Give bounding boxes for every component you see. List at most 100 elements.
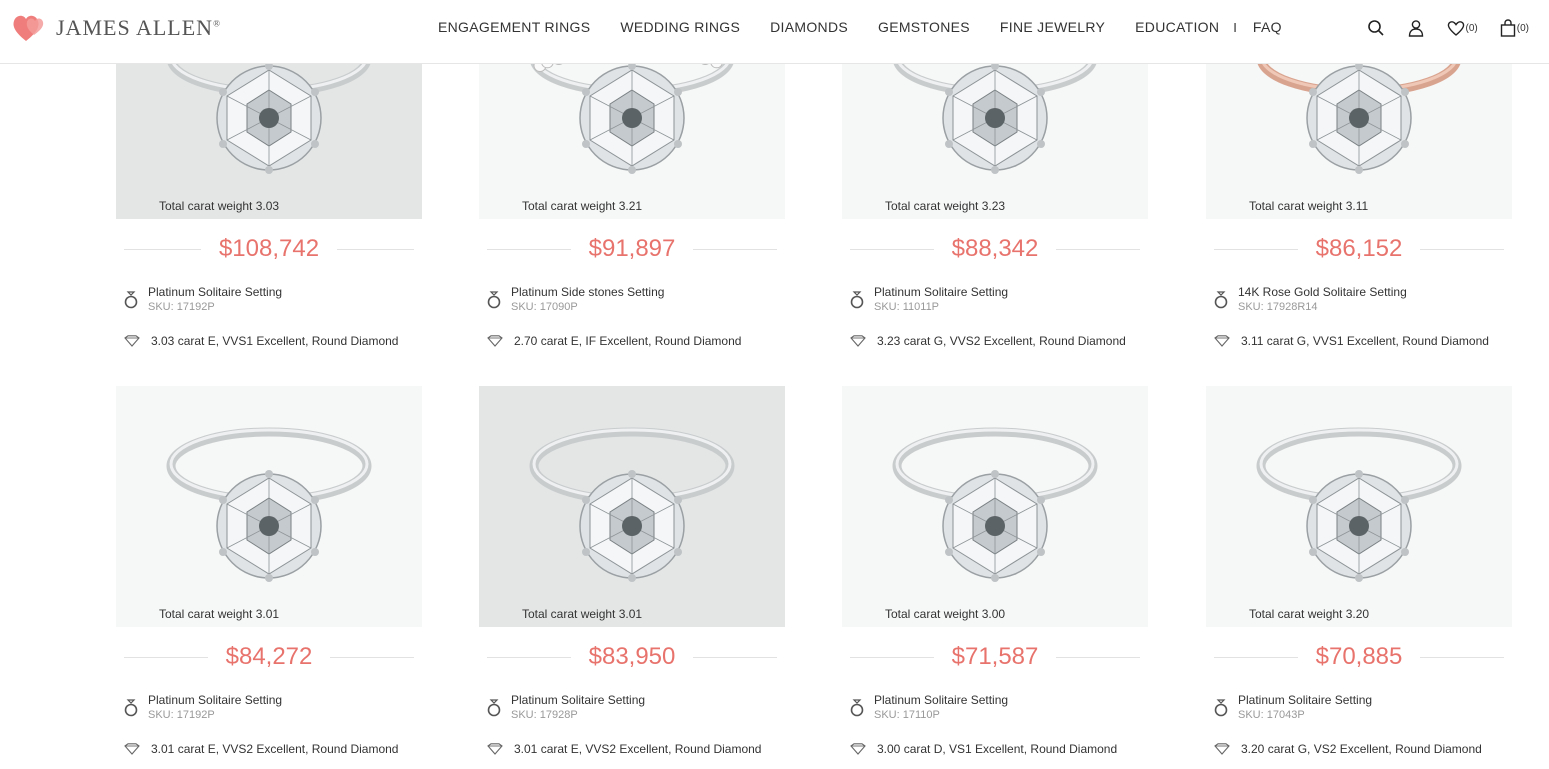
setting-info: 14K Rose Gold Solitaire Setting SKU: 179…	[1214, 285, 1407, 317]
sku: SKU: 17192P	[148, 301, 215, 313]
diamond-icon	[124, 743, 140, 755]
product-price[interactable]: $84,272	[208, 643, 331, 671]
price-row: $88,342	[850, 234, 1141, 264]
setting-name[interactable]: Platinum Solitaire Setting	[1238, 693, 1372, 708]
setting-info: Platinum Side stones Setting SKU: 17090P	[487, 285, 664, 317]
ring-icon	[850, 699, 864, 717]
price-row: $108,742	[124, 234, 415, 264]
divider	[1214, 248, 1298, 250]
setting-text: Platinum Solitaire Setting SKU: 17192P	[148, 693, 282, 725]
diamond-info: 3.01 carat E, VVS2 Excellent, Round Diam…	[487, 741, 761, 757]
ring-image	[529, 427, 735, 582]
user-icon	[1408, 20, 1423, 37]
diamond-info: 3.00 carat D, VS1 Excellent, Round Diamo…	[850, 741, 1117, 757]
divider	[1420, 248, 1505, 250]
total-carat-weight: Total carat weight 3.01	[159, 607, 280, 621]
nav-engagement-rings[interactable]: ENGAGEMENT RINGS	[438, 19, 590, 35]
diamond-info: 3.23 carat G, VVS2 Excellent, Round Diam…	[850, 333, 1126, 349]
diamond-info: 3.11 carat G, VVS1 Excellent, Round Diam…	[1214, 333, 1489, 349]
price-row: $86,152	[1214, 234, 1505, 264]
wishlist-button[interactable]: (0)	[1447, 20, 1478, 36]
diamond-description[interactable]: 3.23 carat G, VVS2 Excellent, Round Diam…	[877, 334, 1126, 348]
price-row: $91,897	[487, 234, 778, 264]
nav-diamonds[interactable]: DIAMONDS	[770, 19, 848, 35]
diamond-info: 3.20 carat G, VS2 Excellent, Round Diamo…	[1214, 741, 1482, 757]
divider	[1420, 656, 1505, 658]
diamond-icon	[1214, 743, 1230, 755]
product-photo[interactable]: Total carat weight 3.01	[479, 386, 785, 627]
product-price[interactable]: $83,950	[571, 643, 694, 671]
diamond-icon	[487, 335, 503, 347]
divider	[337, 248, 415, 250]
sku: SKU: 17928P	[511, 709, 578, 721]
product-photo[interactable]: Total carat weight 3.00	[842, 386, 1148, 627]
setting-name[interactable]: Platinum Solitaire Setting	[874, 285, 1008, 300]
setting-text: Platinum Solitaire Setting SKU: 11011P	[874, 285, 1008, 317]
sku: SKU: 17928R14	[1238, 301, 1318, 313]
setting-text: 14K Rose Gold Solitaire Setting SKU: 179…	[1238, 285, 1407, 317]
setting-name[interactable]: Platinum Side stones Setting	[511, 285, 664, 300]
brand-logo[interactable]: James Allen®	[12, 10, 221, 46]
product-photo[interactable]: Total carat weight 3.20	[1206, 386, 1512, 627]
total-carat-weight: Total carat weight 3.20	[1249, 607, 1370, 621]
setting-info: Platinum Solitaire Setting SKU: 11011P	[850, 285, 1008, 317]
total-carat-weight: Total carat weight 3.01	[522, 607, 643, 621]
price-row: $84,272	[124, 642, 415, 672]
main-nav: ENGAGEMENT RINGS WEDDING RINGS DIAMONDS …	[438, 0, 1282, 54]
nav-fine-jewelry[interactable]: FINE JEWELRY	[1000, 19, 1105, 35]
brand-name: James Allen®	[56, 15, 221, 41]
ring-icon	[124, 699, 138, 717]
account-button[interactable]	[1407, 19, 1425, 37]
diamond-icon	[1214, 335, 1230, 347]
heart-icon	[1447, 21, 1464, 36]
diamond-description[interactable]: 3.00 carat D, VS1 Excellent, Round Diamo…	[877, 742, 1117, 756]
diamond-description[interactable]: 3.11 carat G, VVS1 Excellent, Round Diam…	[1241, 334, 1489, 348]
total-carat-weight: Total carat weight 3.23	[885, 199, 1006, 213]
nav-wedding-rings[interactable]: WEDDING RINGS	[620, 19, 740, 35]
setting-name[interactable]: 14K Rose Gold Solitaire Setting	[1238, 285, 1407, 300]
divider	[124, 248, 201, 250]
ring-icon	[1214, 291, 1228, 309]
nav-gemstones[interactable]: GEMSTONES	[878, 19, 970, 35]
product-price[interactable]: $108,742	[201, 235, 337, 263]
product-price[interactable]: $71,587	[934, 643, 1057, 671]
diamond-description[interactable]: 2.70 carat E, IF Excellent, Round Diamon…	[514, 334, 741, 348]
brand-name-text: James Allen	[56, 15, 214, 40]
wishlist-count: (0)	[1465, 22, 1478, 34]
price-row: $71,587	[850, 642, 1141, 672]
setting-text: Platinum Side stones Setting SKU: 17090P	[511, 285, 664, 317]
diamond-description[interactable]: 3.20 carat G, VS2 Excellent, Round Diamo…	[1241, 742, 1482, 756]
ring-icon	[850, 291, 864, 309]
setting-name[interactable]: Platinum Solitaire Setting	[148, 285, 282, 300]
divider	[1214, 656, 1298, 658]
nav-faq[interactable]: FAQ	[1253, 19, 1282, 35]
setting-info: Platinum Solitaire Setting SKU: 17192P	[124, 285, 282, 317]
product-photo[interactable]: Total carat weight 3.01	[116, 386, 422, 627]
nav-education[interactable]: EDUCATION	[1135, 19, 1219, 35]
ring-icon	[487, 699, 501, 717]
cart-button[interactable]: (0)	[1500, 19, 1529, 37]
diamond-description[interactable]: 3.03 carat E, VVS1 Excellent, Round Diam…	[151, 334, 398, 348]
setting-text: Platinum Solitaire Setting SKU: 17110P	[874, 693, 1008, 725]
product-price[interactable]: $86,152	[1298, 235, 1421, 263]
diamond-description[interactable]: 3.01 carat E, VVS2 Excellent, Round Diam…	[514, 742, 761, 756]
sku: SKU: 17110P	[874, 709, 940, 721]
sku: SKU: 17192P	[148, 709, 215, 721]
diamond-icon	[850, 335, 866, 347]
divider	[693, 248, 778, 250]
setting-info: Platinum Solitaire Setting SKU: 17043P	[1214, 693, 1372, 725]
setting-name[interactable]: Platinum Solitaire Setting	[874, 693, 1008, 708]
product-price[interactable]: $70,885	[1298, 643, 1421, 671]
diamond-description[interactable]: 3.01 carat E, VVS2 Excellent, Round Diam…	[151, 742, 398, 756]
ring-icon	[1214, 699, 1228, 717]
setting-name[interactable]: Platinum Solitaire Setting	[511, 693, 645, 708]
search-button[interactable]	[1367, 19, 1385, 37]
ring-icon	[487, 291, 501, 309]
setting-text: Platinum Solitaire Setting SKU: 17043P	[1238, 693, 1372, 725]
setting-name[interactable]: Platinum Solitaire Setting	[148, 693, 282, 708]
sku: SKU: 11011P	[874, 301, 940, 313]
ring-image	[166, 427, 372, 582]
divider	[330, 656, 415, 658]
product-price[interactable]: $88,342	[934, 235, 1057, 263]
product-price[interactable]: $91,897	[571, 235, 694, 263]
